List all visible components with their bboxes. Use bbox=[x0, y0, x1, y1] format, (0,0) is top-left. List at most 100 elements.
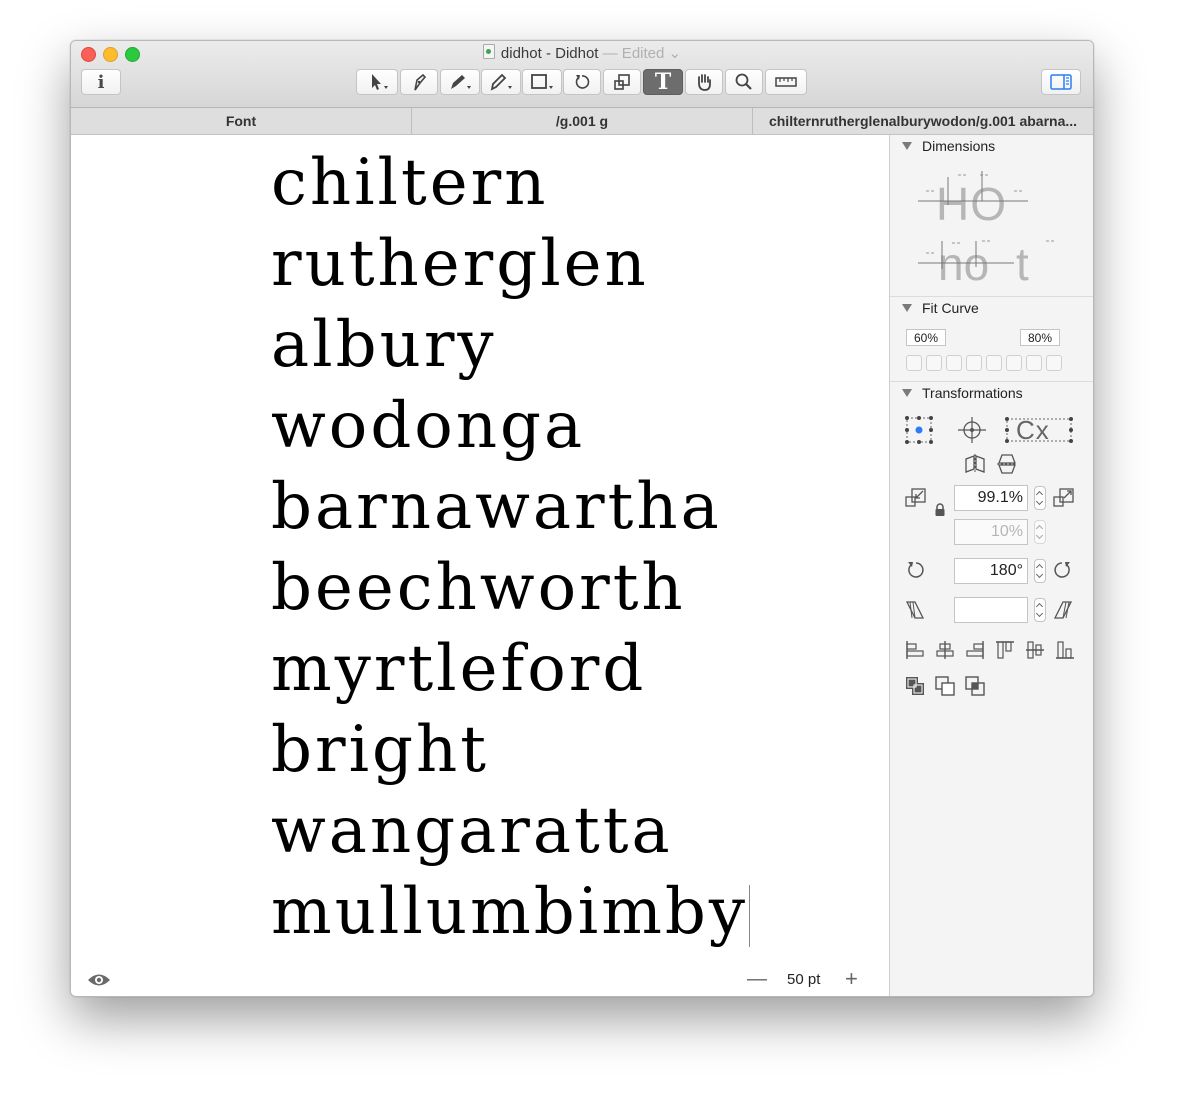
crosshair-icon[interactable] bbox=[956, 415, 988, 445]
fit-curve-button[interactable] bbox=[1006, 355, 1022, 371]
primitives-tool-button[interactable] bbox=[522, 69, 562, 95]
sidebar-toggle-button[interactable] bbox=[1041, 69, 1081, 95]
info-icon: i bbox=[97, 71, 105, 93]
fit-curve-header[interactable]: Fit Curve bbox=[902, 300, 979, 316]
rotate-tool-button[interactable] bbox=[563, 69, 601, 95]
title-bar: didhot - Didhot — Edited ⌄ i T bbox=[71, 41, 1093, 108]
draw-tool-button[interactable] bbox=[400, 69, 438, 95]
dimensions-header[interactable]: Dimensions bbox=[902, 138, 995, 154]
slant-left-icon[interactable] bbox=[904, 599, 926, 621]
magnifier-icon bbox=[735, 73, 752, 90]
disclosure-triangle-icon bbox=[902, 304, 912, 312]
hand-icon bbox=[698, 74, 711, 91]
pen-tool-button[interactable] bbox=[440, 69, 480, 95]
tab-font[interactable]: Font bbox=[71, 108, 412, 134]
hand-tool-button[interactable] bbox=[685, 69, 723, 95]
scale-x-stepper[interactable] bbox=[1034, 486, 1046, 510]
edited-status[interactable]: — Edited ⌄ bbox=[603, 45, 681, 62]
slant-stepper[interactable] bbox=[1034, 598, 1046, 622]
rotate-stepper[interactable] bbox=[1034, 559, 1046, 583]
fit-curve-min-field[interactable]: 60% bbox=[906, 329, 946, 346]
mirror-horizontal-icon[interactable] bbox=[964, 453, 986, 475]
measure-tool-button[interactable] bbox=[765, 69, 807, 95]
rotate-ccw-icon[interactable] bbox=[904, 559, 926, 581]
text-line: mullumbimby bbox=[271, 875, 748, 949]
text-line: myrtleford bbox=[271, 632, 647, 706]
align-bottom-icon[interactable] bbox=[1054, 639, 1076, 661]
origin-selector-icon[interactable] bbox=[904, 415, 934, 445]
text-line: beechworth bbox=[271, 551, 686, 625]
text-line: wodonga bbox=[271, 389, 586, 463]
fit-curve-button[interactable] bbox=[986, 355, 1002, 371]
fit-curve-button[interactable] bbox=[906, 355, 922, 371]
text-line: wangaratta bbox=[271, 794, 673, 868]
scale-tool-button[interactable] bbox=[603, 69, 641, 95]
text-line: rutherglen bbox=[271, 227, 649, 301]
nib-icon bbox=[414, 73, 427, 91]
app-window: didhot - Didhot — Edited ⌄ i T Font /g.0… bbox=[70, 40, 1094, 997]
info-button[interactable]: i bbox=[81, 69, 121, 95]
align-center-icon[interactable] bbox=[934, 639, 956, 661]
slant-right-icon[interactable] bbox=[1052, 599, 1074, 621]
dimensions-sample[interactable]: HO no t bbox=[918, 171, 1088, 291]
arrow-pointer-icon bbox=[372, 74, 388, 90]
fit-curve-button[interactable] bbox=[966, 355, 982, 371]
align-left-icon[interactable] bbox=[904, 639, 926, 661]
text-line: barnawartha bbox=[271, 470, 722, 544]
sample-text[interactable]: chiltern rutherglen albury wodonga barna… bbox=[271, 143, 750, 953]
rectangle-icon bbox=[531, 74, 553, 89]
font-size-decrease-button[interactable]: — bbox=[747, 968, 767, 991]
rotate-icon bbox=[575, 75, 590, 89]
lock-icon[interactable] bbox=[934, 503, 946, 517]
fit-curve-buttons bbox=[906, 355, 1062, 371]
pencil-icon bbox=[490, 73, 512, 91]
intersect-icon[interactable] bbox=[964, 675, 986, 697]
text-cursor bbox=[749, 885, 750, 947]
text-line: chiltern bbox=[271, 146, 549, 220]
fit-curve-button[interactable] bbox=[1046, 355, 1062, 371]
ruler-icon bbox=[775, 77, 797, 87]
zoom-tool-button[interactable] bbox=[725, 69, 763, 95]
align-top-icon[interactable] bbox=[994, 639, 1016, 661]
subtract-icon[interactable] bbox=[934, 675, 956, 697]
tab-glyph[interactable]: /g.001 g bbox=[412, 108, 753, 134]
eye-icon[interactable] bbox=[87, 972, 111, 988]
union-icon[interactable] bbox=[904, 675, 926, 697]
scale-y-field[interactable]: 10% bbox=[954, 519, 1028, 545]
section-divider bbox=[890, 381, 1093, 382]
disclosure-triangle-icon bbox=[902, 142, 912, 150]
fit-curve-button[interactable] bbox=[926, 355, 942, 371]
mirror-vertical-icon[interactable] bbox=[996, 453, 1018, 475]
scale-down-icon[interactable] bbox=[904, 487, 928, 509]
transformations-header[interactable]: Transformations bbox=[902, 385, 1023, 401]
text-line: bright bbox=[271, 713, 489, 787]
fit-curve-button[interactable] bbox=[1026, 355, 1042, 371]
text-tool-icon: T bbox=[654, 69, 672, 95]
inspector-panel: Dimensions HO no t Fit Curve 60% 80% Tra… bbox=[889, 135, 1093, 996]
scale-icon bbox=[614, 74, 630, 90]
font-size-increase-button[interactable]: + bbox=[845, 966, 858, 992]
align-right-icon[interactable] bbox=[964, 639, 986, 661]
text-line: albury bbox=[271, 308, 497, 382]
fit-curve-button[interactable] bbox=[946, 355, 962, 371]
slant-field[interactable] bbox=[954, 597, 1028, 623]
scale-y-stepper[interactable] bbox=[1034, 520, 1046, 544]
pencil-tool-button[interactable] bbox=[481, 69, 521, 95]
select-tool-button[interactable] bbox=[356, 69, 398, 95]
scale-x-field[interactable]: 99.1% bbox=[954, 485, 1028, 511]
text-tool-button[interactable]: T bbox=[643, 69, 683, 95]
rotate-cw-icon[interactable] bbox=[1052, 559, 1074, 581]
metric-origin-icon[interactable]: Cx bbox=[1004, 415, 1076, 445]
canvas-footer: — 50 pt + bbox=[71, 966, 889, 996]
rotate-field[interactable]: 180° bbox=[954, 558, 1028, 584]
scale-up-icon[interactable] bbox=[1052, 487, 1076, 509]
pen-icon bbox=[451, 75, 471, 89]
window-title: didhot - Didhot — Edited ⌄ bbox=[71, 44, 1093, 64]
dimension-guides-icon bbox=[918, 171, 1054, 269]
edit-canvas[interactable]: chiltern rutherglen albury wodonga barna… bbox=[71, 135, 889, 996]
sidebar-icon bbox=[1050, 74, 1072, 90]
tab-text-edit[interactable]: chilternrutherglenalburywodon/g.001 abar… bbox=[753, 108, 1093, 134]
document-icon bbox=[482, 44, 495, 59]
fit-curve-max-field[interactable]: 80% bbox=[1020, 329, 1060, 346]
align-middle-icon[interactable] bbox=[1024, 639, 1046, 661]
